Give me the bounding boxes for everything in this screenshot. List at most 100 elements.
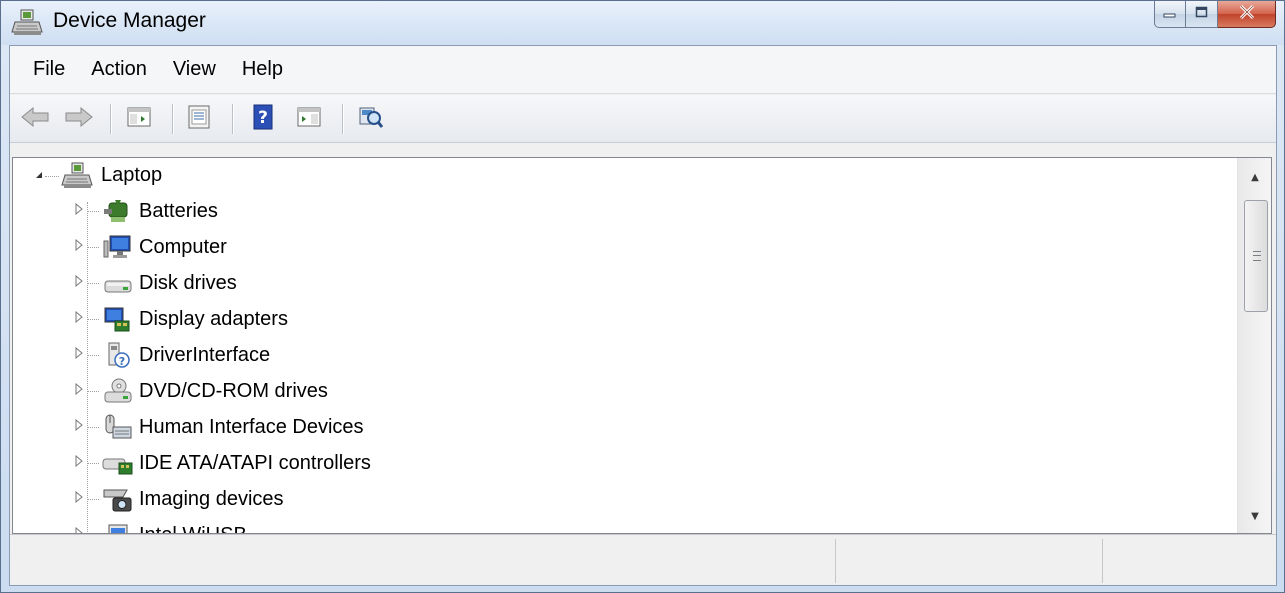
status-bar xyxy=(10,534,1276,585)
show-hide-action-pane-button[interactable] xyxy=(292,104,326,134)
tree-expand-toggle[interactable] xyxy=(73,418,85,433)
tree-connector-line xyxy=(87,211,99,212)
tree-expand-toggle[interactable] xyxy=(73,274,85,289)
svg-text:?: ? xyxy=(119,355,125,368)
menu-view[interactable]: View xyxy=(162,58,231,81)
back-arrow-icon xyxy=(20,106,50,133)
tree-connector-line xyxy=(87,355,99,356)
tree-node-disk-drives[interactable]: Disk drives xyxy=(101,266,237,300)
menu-action[interactable]: Action xyxy=(80,58,162,81)
battery-icon xyxy=(101,197,133,225)
status-pane-main xyxy=(10,539,836,583)
disk-drive-icon xyxy=(101,269,133,297)
tree-expand-toggle[interactable] xyxy=(33,170,45,182)
show-hide-action-pane-icon xyxy=(297,106,321,133)
tree-connector-line xyxy=(87,247,99,248)
caption-buttons xyxy=(1154,1,1276,29)
collapsed-triangle-icon xyxy=(74,310,84,328)
scroll-down-button[interactable]: ▼ xyxy=(1238,501,1271,531)
tree-node-label: DVD/CD-ROM drives xyxy=(139,379,328,402)
tree-node-driverinterface[interactable]: ? DriverInterface xyxy=(101,338,270,372)
tree-node-imaging-devices[interactable]: Imaging devices xyxy=(101,482,284,516)
monitor-icon xyxy=(101,233,133,261)
toolbar: ? xyxy=(10,95,1276,143)
menu-help[interactable]: Help xyxy=(231,58,298,81)
tree-connector-line xyxy=(87,283,99,284)
tree-node-label: Laptop xyxy=(101,163,163,186)
tree-expand-toggle[interactable] xyxy=(73,454,85,472)
collapsed-triangle-icon xyxy=(74,202,84,220)
tree-node-label: Computer xyxy=(139,235,227,258)
tree-node-label: Display adapters xyxy=(139,307,288,330)
help-button[interactable]: ? xyxy=(246,104,280,134)
vertical-scrollbar[interactable]: ▲ ▼ xyxy=(1237,158,1271,533)
status-pane-tertiary xyxy=(1103,539,1276,583)
tree-node-intel-wiusb[interactable]: Intel WiUSB xyxy=(101,518,247,534)
tree-expand-toggle[interactable] xyxy=(73,382,85,400)
usb-icon xyxy=(101,521,133,533)
maximize-button[interactable] xyxy=(1186,1,1218,28)
properties-icon xyxy=(187,105,211,134)
svg-text:?: ? xyxy=(258,108,268,128)
properties-button[interactable] xyxy=(182,104,216,134)
menu-bar: File Action View Help xyxy=(10,46,1276,94)
toolbar-separator xyxy=(232,104,234,134)
collapsed-triangle-icon xyxy=(74,454,84,472)
expanded-triangle-icon xyxy=(34,167,44,185)
window-title: Device Manager xyxy=(53,9,206,32)
scroll-up-button[interactable]: ▲ xyxy=(1238,162,1271,192)
tree-node-label: DriverInterface xyxy=(139,343,271,366)
scrollbar-thumb[interactable] xyxy=(1244,200,1268,312)
client-area: File Action View Help ? Laptop Batteries… xyxy=(9,45,1277,586)
show-hide-console-tree-button[interactable] xyxy=(122,104,156,134)
device-manager-icon xyxy=(11,8,45,36)
tree-node-label: Intel WiUSB xyxy=(139,524,247,534)
tree-expand-toggle[interactable] xyxy=(73,346,85,364)
toolbar-separator xyxy=(172,104,174,134)
collapsed-triangle-icon xyxy=(74,382,84,400)
collapsed-triangle-icon xyxy=(74,526,84,533)
tree-expand-toggle[interactable] xyxy=(73,310,85,328)
back-button[interactable] xyxy=(18,104,52,134)
tree-node-label: IDE ATA/ATAPI controllers xyxy=(139,451,371,474)
tree-connector-line xyxy=(87,463,99,464)
tree-node-human-interface-devices[interactable]: Human Interface Devices xyxy=(101,410,364,444)
collapsed-triangle-icon xyxy=(74,490,84,508)
forward-arrow-icon xyxy=(64,106,94,133)
show-hide-console-tree-icon xyxy=(127,106,151,133)
tree-connector-line xyxy=(87,499,99,500)
grip-icon xyxy=(1253,251,1261,261)
menu-file[interactable]: File xyxy=(22,58,80,81)
device-tree[interactable]: Laptop Batteries Computer Disk drives Displ… xyxy=(12,157,1272,534)
tree-expand-toggle[interactable] xyxy=(73,202,85,220)
tree-connector-line xyxy=(87,202,88,533)
minimize-button[interactable] xyxy=(1154,1,1186,28)
tree-node-computer[interactable]: Computer xyxy=(101,230,227,264)
tree-node-batteries[interactable]: Batteries xyxy=(101,194,218,228)
camera-icon xyxy=(101,485,133,513)
toolbar-separator xyxy=(342,104,344,134)
tree-node-dvd-cd-rom-drives[interactable]: DVD/CD-ROM drives xyxy=(101,374,328,408)
tree-connector-line xyxy=(87,427,99,428)
ide-controller-icon xyxy=(101,449,133,477)
maximize-icon xyxy=(1195,5,1209,23)
tree-node-ide-ata-atapi-controllers[interactable]: IDE ATA/ATAPI controllers xyxy=(101,446,371,480)
collapsed-triangle-icon xyxy=(74,346,84,364)
tree-node-laptop[interactable]: Laptop xyxy=(61,158,162,192)
tree-node-label: Human Interface Devices xyxy=(139,415,364,438)
collapsed-triangle-icon xyxy=(74,238,84,256)
tree-connector-line xyxy=(45,176,59,177)
tree-expand-toggle[interactable] xyxy=(73,490,85,508)
forward-button[interactable] xyxy=(62,104,96,134)
tree-expand-toggle[interactable] xyxy=(73,238,85,256)
close-icon xyxy=(1239,4,1255,24)
dvd-drive-icon xyxy=(101,377,133,405)
scroll-down-arrow-icon: ▼ xyxy=(1251,510,1259,522)
tree-node-label: Batteries xyxy=(139,199,218,222)
scan-hardware-changes-icon xyxy=(358,105,384,134)
close-button[interactable] xyxy=(1218,1,1276,28)
scan-hardware-changes-button[interactable] xyxy=(354,104,388,134)
tree-connector-line xyxy=(87,391,99,392)
title-bar[interactable]: Device Manager xyxy=(1,1,1284,45)
tree-node-display-adapters[interactable]: Display adapters xyxy=(101,302,288,336)
